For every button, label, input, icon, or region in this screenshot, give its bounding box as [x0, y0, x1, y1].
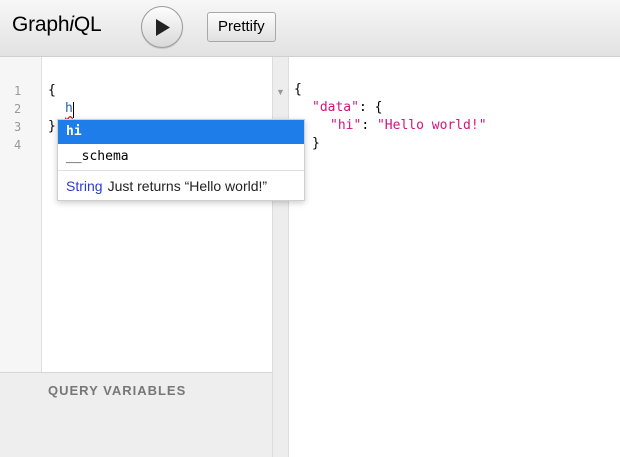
query-editor[interactable]	[42, 57, 272, 372]
toolbar: GraphiQL Prettify	[0, 0, 620, 57]
query-variables-panel[interactable]: QUERY VARIABLES	[0, 372, 272, 457]
result-key-hi: "hi"	[330, 118, 362, 133]
result-hi-line: "hi": "Hello world!"	[330, 118, 487, 133]
line-number: 3	[14, 120, 22, 134]
line-number-gutter: 1 2 3 4	[0, 57, 42, 372]
pane-divider[interactable]	[272, 57, 289, 457]
line-number: 1	[14, 84, 22, 98]
autocomplete-description: Just returns “Hello world!”	[107, 178, 268, 194]
result-data-line: "data": {	[312, 100, 383, 115]
result-close-brace: }	[312, 136, 320, 151]
autocomplete-item-schema[interactable]: __schema	[58, 145, 304, 169]
autocomplete-item-hi[interactable]: hi	[58, 120, 304, 144]
line-number: 2	[14, 102, 22, 116]
execute-query-button[interactable]	[141, 6, 183, 48]
prettify-button[interactable]: Prettify	[207, 12, 276, 42]
result-open-brace: {	[294, 82, 302, 97]
autocomplete-type[interactable]: String	[66, 178, 103, 194]
fold-arrow-icon[interactable]: ▼	[276, 87, 285, 97]
play-icon	[156, 19, 170, 36]
text-cursor	[73, 102, 74, 118]
autocomplete-dropdown: hi __schema String Just returns “Hello wo…	[57, 119, 305, 201]
result-value-hi: "Hello world!"	[376, 118, 487, 133]
query-typed-text[interactable]: h	[65, 101, 73, 116]
query-open-brace: {	[48, 83, 56, 98]
line-number: 4	[14, 138, 22, 152]
result-pane	[290, 57, 620, 457]
autocomplete-info: String Just returns “Hello world!”	[58, 170, 304, 200]
graphiql-logo: GraphiQL	[12, 13, 102, 36]
result-key-data: "data"	[312, 100, 359, 115]
query-close-brace: }	[48, 119, 56, 134]
query-variables-title[interactable]: QUERY VARIABLES	[48, 383, 186, 398]
